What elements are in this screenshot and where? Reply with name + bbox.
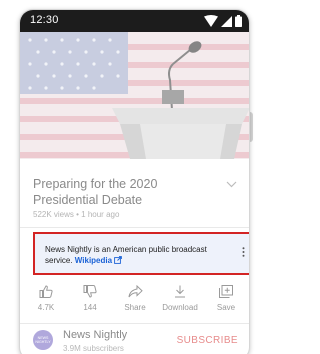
save-label: Save	[216, 303, 236, 312]
info-panel-text: News Nightly is an American public broad…	[45, 244, 215, 266]
channel-name[interactable]: News Nightly	[63, 329, 127, 341]
external-link-icon	[114, 256, 122, 264]
dislike-button[interactable]: 144	[65, 285, 115, 312]
avatar-logo-line2: NIGHTLY	[35, 340, 51, 344]
wifi-icon	[204, 15, 218, 27]
status-bar: 12:30	[20, 10, 249, 32]
video-title: Preparing for the 2020 Presidential Deba…	[33, 177, 158, 207]
share-button[interactable]: Share	[110, 285, 160, 312]
signal-icon	[221, 15, 232, 27]
video-info: Preparing for the 2020 Presidential Deba…	[20, 159, 249, 227]
share-label: Share	[124, 303, 146, 312]
info-panel: News Nightly is an American public broad…	[33, 232, 249, 275]
wikipedia-link[interactable]: Wikipedia	[75, 256, 122, 265]
channel-row: NEWS NIGHTLY News Nightly 3.9M subscribe…	[20, 324, 249, 354]
avatar[interactable]: NEWS NIGHTLY	[33, 330, 53, 350]
status-icons	[204, 14, 242, 28]
battery-icon	[235, 15, 242, 27]
divider	[20, 227, 249, 228]
video-thumbnail	[20, 32, 249, 159]
status-time: 12:30	[30, 14, 59, 26]
share-icon	[128, 285, 143, 298]
download-icon	[175, 285, 185, 298]
thumbs-up-icon	[39, 285, 53, 298]
download-button[interactable]: Download	[155, 285, 205, 312]
video-meta: 522K views • 1 hour ago	[33, 210, 120, 219]
more-vert-icon[interactable]	[242, 247, 245, 257]
action-bar: 4.7K 144 Share Download Save	[20, 285, 249, 317]
info-panel-description: News Nightly is an American public broad…	[45, 245, 207, 265]
phone-frame: 12:30 Preparing for the 2020 Presidentia…	[19, 9, 250, 354]
save-button[interactable]: Save	[201, 285, 249, 312]
subscribe-button[interactable]: SUBSCRIBE	[177, 335, 238, 346]
subscriber-count: 3.9M subscribers	[63, 344, 124, 353]
chevron-down-icon[interactable]	[226, 181, 237, 188]
save-icon	[219, 285, 233, 298]
like-button[interactable]: 4.7K	[21, 285, 71, 312]
wikipedia-link-label: Wikipedia	[74, 256, 113, 265]
like-count: 4.7K	[37, 303, 55, 312]
dislike-count: 144	[83, 303, 97, 312]
thumbs-down-icon	[83, 285, 97, 298]
video-player[interactable]	[20, 32, 249, 159]
download-label: Download	[162, 303, 198, 312]
